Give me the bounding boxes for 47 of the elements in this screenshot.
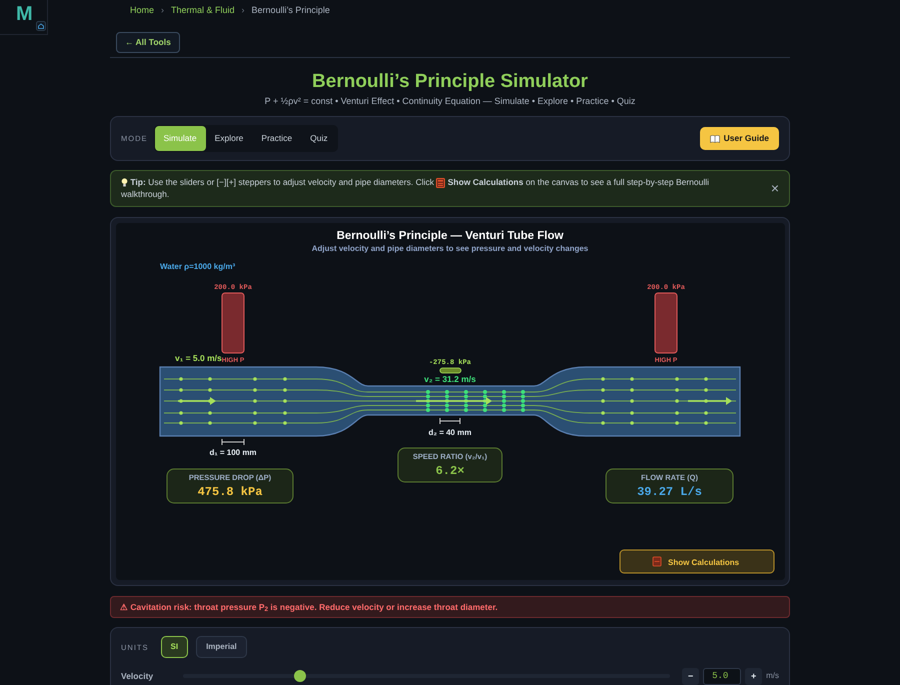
velocity-label: v₂ = 31.2 m/s [424,374,476,384]
velocity-label: v₁ = 5.0 m/s [175,352,222,363]
show-calculations-button[interactable]: Show Calculations [620,549,774,574]
breadcrumb-separator: › [242,4,245,17]
mode-tab[interactable]: Practice [252,126,302,151]
home-icon[interactable] [36,21,46,31]
mode-tab[interactable]: Explore [206,126,252,151]
breadcrumb-link[interactable]: Thermal & Fluid [171,4,235,20]
tip-text: walkthrough. [121,189,170,200]
breadcrumb-link[interactable]: Home [130,4,154,20]
page-title: Bernoulli’s Principle Simulator [311,70,589,94]
dimension-line [222,438,244,446]
logo[interactable]: M [16,4,33,24]
throat-gauge [440,367,462,374]
stat-value: 39.27 L/s [637,484,702,499]
all-tools-button[interactable]: ← All Tools [116,32,180,53]
cavitation-warning: ⚠ Cavitation risk: throat pressure P$_{2}$ is negative. Reduce velocity or increase throat diameter. [110,596,790,618]
calculator-icon [652,556,662,566]
canvas-subtitle: Adjust velocity and pipe diameters to see pressure and velocity changes [312,244,588,253]
calculator-icon [436,178,446,188]
slider-label: Velocity [121,670,154,683]
fluid-label: Water ρ=1000 kg/m³ [160,262,236,271]
diameter-label: d₂ = 40 mm [428,428,472,437]
tip-text: Show Calculations on the canvas to see a full step-by-step Bernoulli [448,177,710,188]
increment-button[interactable]: + [745,668,762,685]
tip-text: Tip: Use the sliders or [−][+] steppers to adjust velocity and pipe diameters. Click [130,177,434,188]
lightbulb-icon [121,178,128,188]
dimension-line [440,417,460,424]
pressure-gauge [222,292,244,354]
unit-label: m/s [766,670,779,682]
mode-tab[interactable]: Quiz [301,126,337,151]
value-field[interactable]: 5.0 [703,668,742,685]
breadcrumb-separator: › [161,4,164,17]
pressure-gauge [654,292,678,354]
page-subtitle: P + ½ρv² = const • Venturi Effect • Continuity Equation — Simulate • Explore • Practice • Quiz [264,94,636,108]
unit-toggle[interactable]: SI [160,636,188,658]
close-button[interactable]: × [770,181,779,196]
slider-thumb[interactable] [294,670,306,682]
stat-value: 6.2× [436,464,464,478]
breadcrumb-current: Bernoulli’s Principle [252,4,330,17]
stat-value: 475.8 kPa [198,484,262,499]
user-guide-button[interactable]: User Guide [700,127,779,150]
unit-toggle[interactable]: Imperial [196,636,247,658]
diameter-label: d₁ = 100 mm [209,448,257,457]
decrement-button[interactable]: − [682,668,700,685]
book-icon [710,134,720,143]
canvas-title: Bernoulli’s Principle — Venturi Tube Flow [336,230,564,242]
